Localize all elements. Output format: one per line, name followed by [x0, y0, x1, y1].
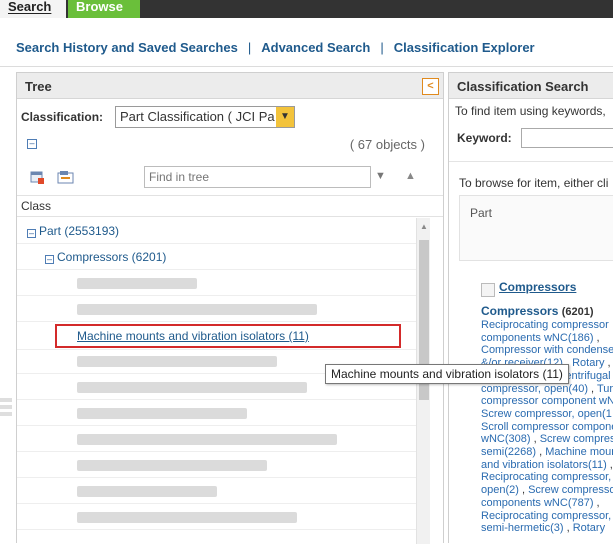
subcategory-link[interactable]: Reciprocating compressor components wNC(… [481, 319, 609, 344]
blurred-label [77, 304, 317, 316]
tree-node-compressors[interactable]: – Compressors (6201) [17, 244, 416, 270]
blurred-label [77, 356, 277, 368]
list-separator: , [604, 357, 611, 370]
list-separator: , [563, 522, 573, 535]
blurred-label [77, 408, 247, 420]
subcategory-link[interactable]: Screw compressor, open(1 [481, 408, 612, 420]
subcategory-link[interactable]: Compressor with condense [481, 344, 613, 356]
list-separator: , [593, 496, 600, 509]
link-separator: | [247, 40, 252, 55]
subcategory-link[interactable]: Rotary [572, 357, 604, 369]
arrow-up-icon[interactable]: ▲ [405, 170, 416, 182]
list-separator: , [518, 484, 529, 497]
list-separator: , [588, 382, 597, 395]
blurred-label [77, 512, 297, 524]
subcategory-list: Reciprocating compressor components wNC(… [481, 319, 613, 535]
tab-browse[interactable]: Browse [68, 0, 140, 18]
classification-select-value: Part Classification ( JCI Pa [120, 109, 275, 124]
class-column-header: Class [17, 195, 443, 217]
category-count: (6201) [561, 306, 594, 318]
edge-fragment [0, 398, 12, 420]
classification-label: Classification: [21, 110, 104, 124]
part-label: Part [470, 206, 493, 220]
search-panel-header: Classification Search [449, 73, 613, 99]
filter-icon[interactable]: ▼ [375, 170, 386, 182]
collapse-node-icon[interactable]: – [27, 229, 36, 238]
top-tab-bar: Search Browse [0, 0, 613, 18]
search-history-link[interactable]: Search History and Saved Searches [16, 40, 238, 55]
tree-node-blurred[interactable] [17, 426, 416, 452]
tree-node-blurred[interactable] [17, 452, 416, 478]
class-folder-icon[interactable] [57, 169, 75, 185]
find-in-tree-input[interactable] [144, 166, 371, 188]
tree-node-blurred[interactable] [17, 478, 416, 504]
tree-node-blurred[interactable] [17, 296, 416, 322]
tree-node-label[interactable]: Compressors (6201) [57, 250, 166, 264]
divider [0, 66, 613, 67]
subcategory-link[interactable]: Rotary [573, 522, 605, 534]
list-separator: , [536, 446, 546, 459]
blurred-label [77, 486, 217, 498]
list-separator: , [606, 458, 613, 471]
chevron-down-icon: ▼ [276, 107, 294, 127]
tab-search[interactable]: Search [0, 0, 66, 18]
keyword-input[interactable] [521, 128, 613, 148]
part-attribute-box: Part [459, 195, 613, 261]
link-separator: | [380, 40, 384, 55]
collapse-panel-button[interactable]: < [422, 78, 439, 95]
collapse-all-icon[interactable]: – [27, 139, 37, 149]
chevron-left-icon: < [427, 80, 434, 92]
compressors-image-link[interactable]: Compressors [499, 280, 576, 294]
tree-node-blurred[interactable] [17, 504, 416, 530]
classification-select[interactable]: Part Classification ( JCI Pa ▼ [115, 106, 295, 128]
tree-panel-title: Tree [25, 79, 52, 94]
advanced-search-link[interactable]: Advanced Search [261, 40, 370, 55]
add-class-icon[interactable] [29, 169, 45, 185]
tree-panel-header: Tree < [17, 73, 443, 99]
tree-panel: Tree < Classification: Part Classificati… [16, 72, 444, 544]
collapse-node-icon[interactable]: – [45, 255, 54, 264]
divider [449, 161, 613, 162]
category-heading: Compressors (6201) [481, 304, 594, 318]
search-panel-title: Classification Search [457, 79, 589, 94]
keyword-hint: To find item using keywords, [455, 104, 606, 118]
tree-node-blurred[interactable] [17, 400, 416, 426]
compressors-image-icon[interactable] [481, 283, 495, 297]
list-separator: , [530, 433, 540, 446]
scroll-up-icon[interactable]: ▲ [417, 222, 431, 231]
classification-explorer-link[interactable]: Classification Explorer [394, 40, 535, 55]
tooltip: Machine mounts and vibration isolators (… [325, 364, 569, 384]
keyword-label: Keyword: [457, 131, 512, 145]
object-count: ( 67 objects ) [349, 137, 425, 152]
tree-node-blurred[interactable] [17, 270, 416, 296]
search-nav-links: Search History and Saved Searches | Advanc… [16, 40, 535, 58]
blurred-label [77, 460, 267, 472]
classification-search-panel: Classification Search To find item using… [448, 72, 613, 543]
blurred-label [77, 434, 337, 446]
browse-hint: To browse for item, either cli [459, 176, 609, 190]
blurred-label [77, 278, 197, 290]
tree-node-label[interactable]: Part (2553193) [39, 224, 119, 238]
category-title-link[interactable]: Compressors [481, 304, 558, 318]
list-separator: , [593, 331, 600, 344]
highlight-box [55, 324, 401, 348]
tree-node-part[interactable]: – Part (2553193) [17, 218, 416, 244]
blurred-label [77, 382, 307, 394]
